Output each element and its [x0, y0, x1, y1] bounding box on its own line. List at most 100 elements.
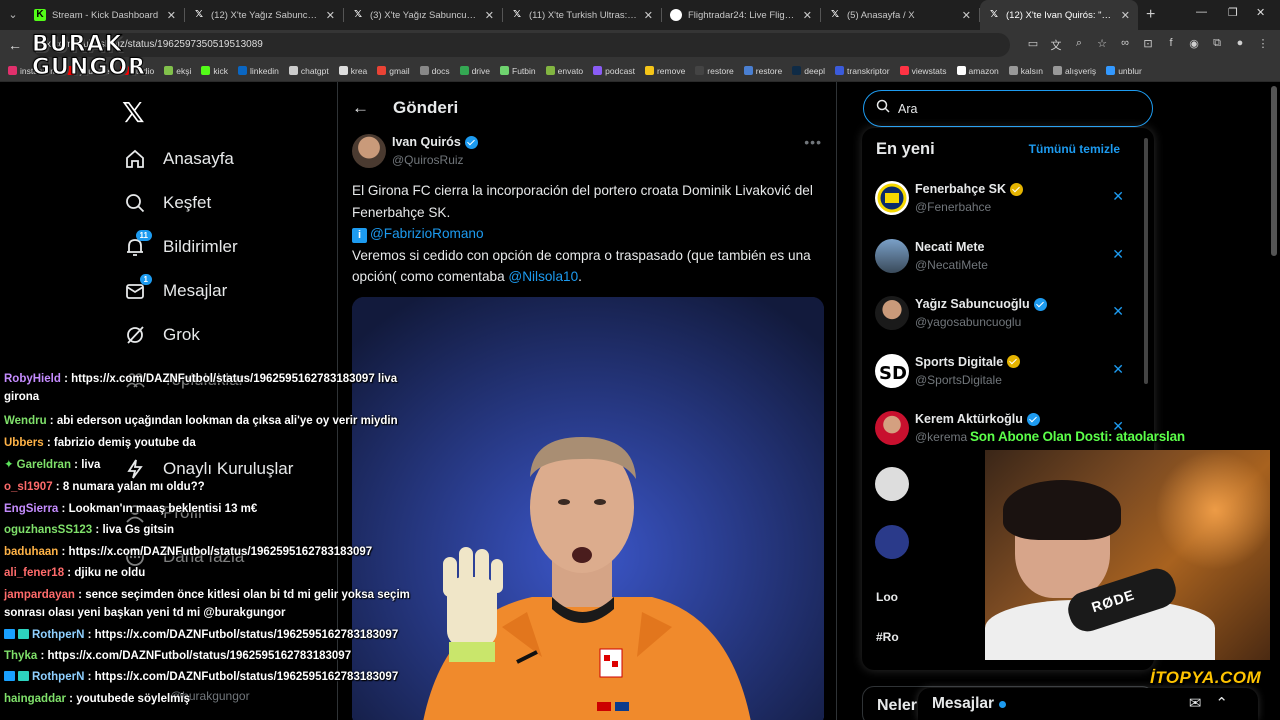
back-arrow-icon[interactable]: ← — [352, 98, 369, 118]
maximize-icon[interactable]: ❐ — [1228, 6, 1238, 19]
tab-close-icon[interactable]: ✕ — [803, 9, 812, 22]
browser-tab[interactable]: 𝕏 (12) X'te Yağız Sabuncuoğlu: " ✕ — [185, 0, 343, 30]
extension-f-icon[interactable]: f — [1164, 37, 1178, 53]
browser-tab[interactable]: 𝕏 (3) X'te Yağız Sabuncuoğlu: "@ ✕ — [344, 0, 502, 30]
tab-search-icon[interactable]: ⌄ — [4, 6, 22, 24]
tab-close-icon[interactable]: ✕ — [167, 9, 176, 22]
bookmark-item[interactable]: transkriptor — [835, 66, 890, 76]
bookmark-item[interactable]: alışveriş — [1053, 66, 1096, 76]
chat-separator: : — [58, 546, 69, 558]
browser-tab[interactable]: Flightradar24: Live Flight Track ✕ — [662, 0, 820, 30]
chat-message: RobyHield : https://x.com/DAZNFutbol/sta… — [4, 370, 424, 406]
recent-item[interactable]: Yağız Sabuncuoğlu @yagosabuncuoglu ✕ — [862, 287, 1154, 345]
zoom-icon[interactable]: ⌕ — [1072, 37, 1086, 53]
recent-item[interactable]: SD Sports Digitale @SportsDigitale ✕ — [862, 345, 1154, 403]
screen-cast-icon[interactable]: ▭ — [1026, 37, 1040, 53]
bookmark-item[interactable]: krea — [338, 66, 367, 76]
browser-tab[interactable]: 𝕏 (11) X'te Turkish Ultras: "Trab ✕ — [503, 0, 661, 30]
recent-item[interactable]: Fenerbahçe SK @Fenerbahce ✕ — [862, 172, 1154, 230]
search-input[interactable] — [898, 101, 1138, 116]
bookmark-item[interactable]: restore — [695, 66, 734, 76]
browser-tab[interactable]: 𝕏 (12) X'te Ivan Quirós: "El Giron ✕ — [980, 0, 1138, 30]
partial-text-1: Loo — [876, 590, 898, 604]
bookmark-item[interactable]: drive — [459, 66, 490, 76]
expand-up-icon[interactable]: ⌃ — [1215, 694, 1228, 712]
remove-recent-icon[interactable]: ✕ — [1112, 188, 1124, 205]
new-tab-button[interactable]: + — [1146, 6, 1155, 24]
mention-nilsola[interactable]: @Nilsola10 — [508, 269, 578, 284]
nav-item-search[interactable]: Keşfet — [124, 189, 211, 217]
browser-tab[interactable]: 𝕏 (5) Anasayfa / X ✕ — [821, 0, 979, 30]
x-logo-icon[interactable]: 𝕏 — [122, 96, 145, 129]
subscriber-badge-icon — [4, 671, 15, 681]
remove-recent-icon[interactable]: ✕ — [1112, 361, 1124, 378]
bookmark-item[interactable]: podcast — [593, 66, 635, 76]
avatar: SD — [875, 353, 909, 388]
bookmark-label: ekşi — [176, 65, 192, 76]
nav-item-home[interactable]: Anasayfa — [124, 145, 234, 173]
bookmark-item[interactable]: kalsın — [1008, 66, 1043, 76]
bookmark-item[interactable]: remove — [644, 66, 685, 76]
browser-back-icon[interactable]: ← — [8, 37, 28, 53]
bookmark-item[interactable]: gmail — [377, 66, 410, 76]
profile-avatar[interactable]: ● — [1233, 37, 1247, 53]
tab-close-icon[interactable]: ✕ — [644, 9, 653, 22]
post-text: El Girona FC cierra la incorporación del… — [352, 180, 828, 288]
close-window-icon[interactable]: ✕ — [1256, 6, 1265, 19]
bookmark-favicon-icon — [500, 66, 510, 75]
browser-tab[interactable]: K Stream - Kick Dashboard ✕ — [26, 0, 184, 30]
translate-icon[interactable]: 文 — [1049, 37, 1063, 53]
bookmark-item[interactable]: envato — [545, 66, 583, 76]
bookmark-label: viewstats — [911, 65, 947, 76]
bookmark-item[interactable]: viewstats — [899, 65, 947, 76]
remove-recent-icon[interactable]: ✕ — [1112, 246, 1124, 263]
bookmark-item[interactable]: Futbin — [500, 66, 536, 76]
chat-username: Gareldran — [16, 459, 71, 471]
bookmark-item[interactable]: amazon — [956, 66, 999, 76]
recent-item[interactable]: Necati Mete @NecatiMete ✕ — [862, 230, 1154, 288]
mention-fabrizio[interactable]: @FabrizioRomano — [370, 226, 484, 241]
author-avatar[interactable] — [352, 134, 386, 168]
tab-close-icon[interactable]: ✕ — [962, 9, 971, 22]
remove-recent-icon[interactable]: ✕ — [1112, 303, 1124, 320]
bookmark-item[interactable]: linkedin — [238, 66, 279, 76]
messages-drawer[interactable]: Mesajlar ✉ ⌃ — [918, 688, 1258, 720]
url-field[interactable]: x.com/QuirosRuiz/status/1962597350519513… — [32, 33, 1010, 57]
new-message-icon[interactable]: ✉ — [1189, 694, 1202, 712]
author-handle[interactable]: @QuirosRuiz — [392, 153, 464, 167]
bookmark-item[interactable]: unblur — [1106, 66, 1142, 76]
tab-close-icon[interactable]: ✕ — [485, 9, 494, 22]
nav-item-grok[interactable]: Grok — [124, 321, 200, 349]
bookmark-star-icon[interactable]: ☆ — [1095, 37, 1109, 53]
extension-camera-icon[interactable]: ◉ — [1187, 37, 1201, 53]
search-box[interactable] — [863, 90, 1153, 127]
chat-message: EngSierra : Lookman'ın maaş beklentisi 1… — [4, 500, 424, 518]
recent-item-name-text: Necati Mete — [915, 239, 985, 254]
gem-badge-icon: ✦ — [4, 459, 14, 471]
bookmark-item[interactable]: deepl — [792, 66, 825, 76]
nav-item-bell[interactable]: 11 Bildirimler — [124, 230, 238, 261]
bookmark-item[interactable]: restore — [743, 66, 782, 76]
clear-all-button[interactable]: Tümünü temizle — [1029, 142, 1120, 156]
minimize-icon[interactable]: — — [1196, 6, 1207, 18]
bookmark-favicon-icon — [377, 66, 387, 75]
extension-screenshot-icon[interactable]: ⊡ — [1141, 37, 1155, 53]
bookmark-item[interactable]: chatgpt — [288, 66, 329, 76]
page-scrollbar[interactable] — [1271, 86, 1277, 256]
author-name[interactable]: Ivan Quirós — [392, 135, 478, 149]
tab-close-icon[interactable]: ✕ — [326, 9, 335, 22]
bookmark-item[interactable]: docs — [419, 66, 450, 76]
chat-text: abi ederson uçağından lookman da çıksa a… — [56, 415, 398, 427]
bookmark-item[interactable]: kick — [201, 66, 228, 76]
messages-drawer-actions: ✉ ⌃ — [1189, 694, 1228, 712]
tab-close-icon[interactable]: ✕ — [1121, 9, 1130, 22]
extensions-puzzle-icon[interactable]: ⧉ — [1210, 37, 1224, 53]
nav-item-mail[interactable]: 1 Mesajlar — [124, 274, 227, 305]
bookmark-favicon-icon — [164, 66, 174, 75]
chat-message: Ubbers : fabrizio demiş youtube da — [4, 434, 424, 452]
extension-glasses-icon[interactable]: ∞ — [1118, 37, 1132, 53]
browser-menu-icon[interactable]: ⋮ — [1256, 37, 1270, 53]
panel-scrollbar[interactable] — [1144, 138, 1148, 384]
bookmark-item[interactable]: ekşi — [164, 66, 191, 76]
more-options-icon[interactable]: ••• — [804, 134, 822, 150]
